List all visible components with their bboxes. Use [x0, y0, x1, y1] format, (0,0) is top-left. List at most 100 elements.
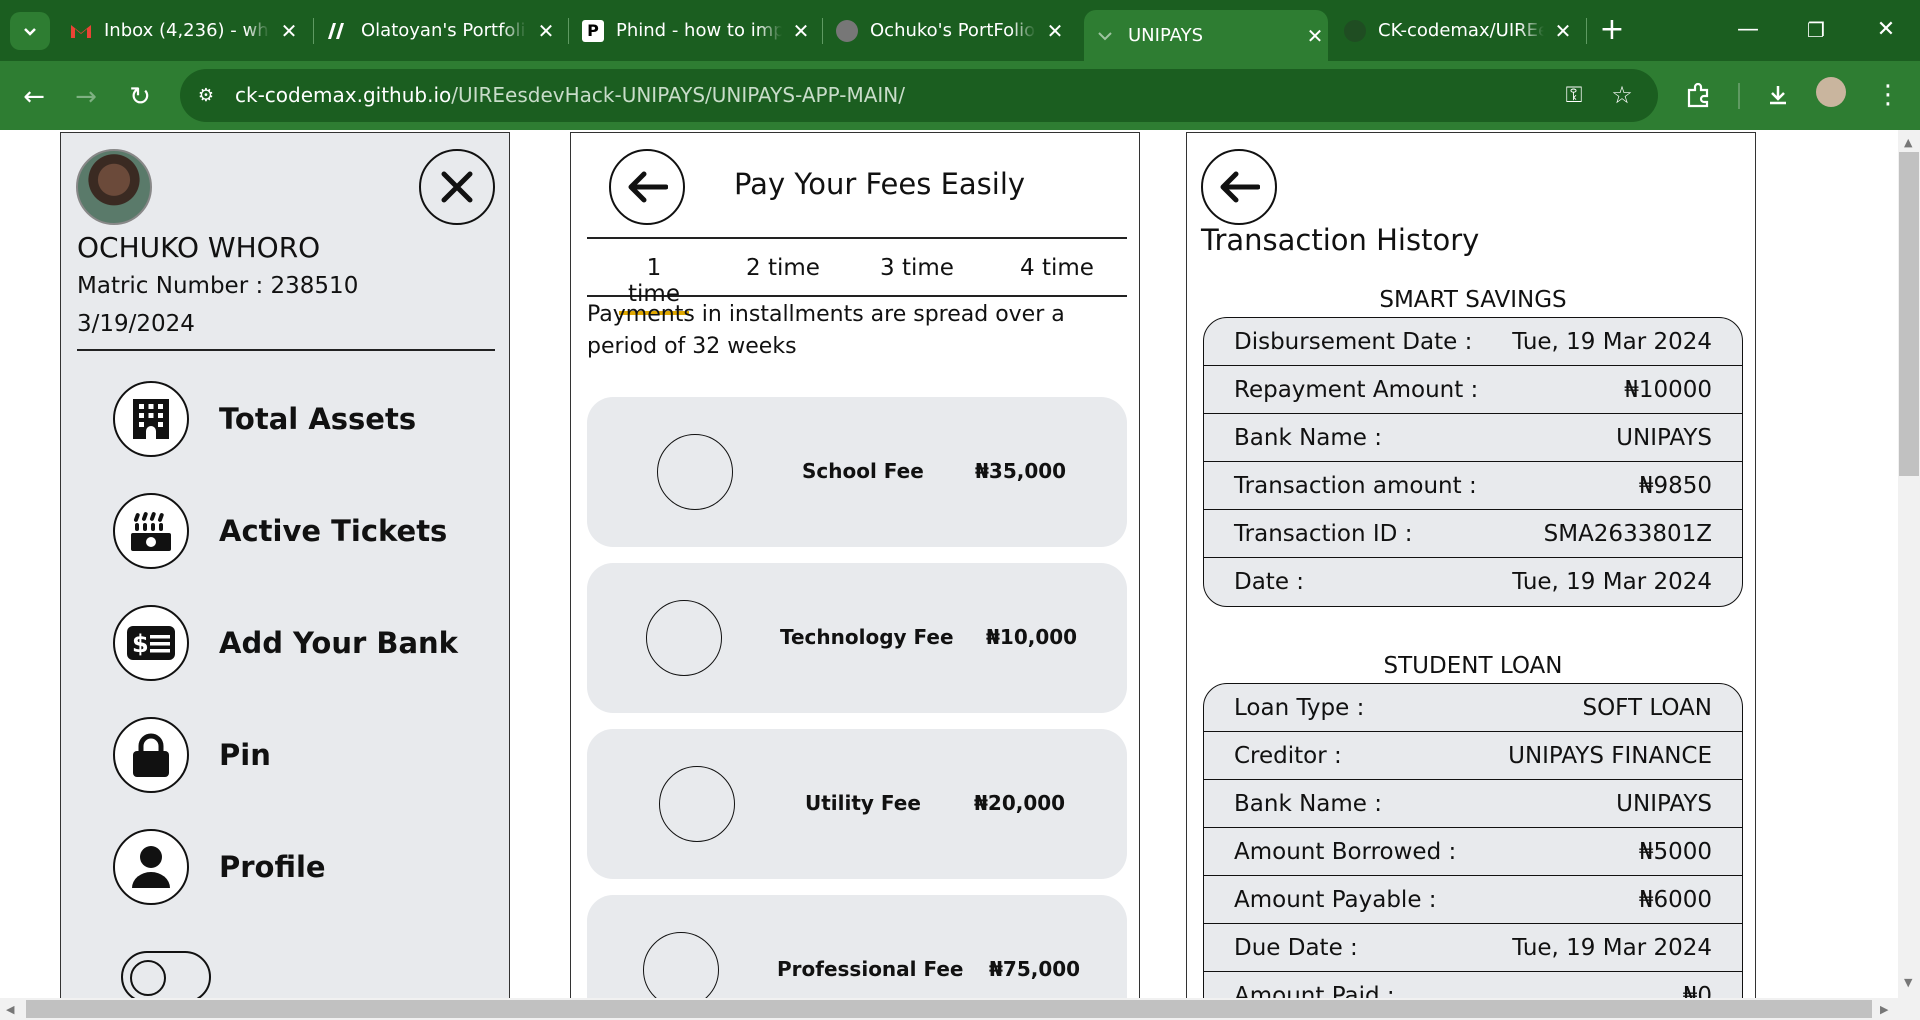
- tab-search-button[interactable]: [10, 12, 50, 50]
- sidebar-panel: OCHUKO WHORO Matric Number : 238510 3/19…: [60, 132, 510, 998]
- money-icon: [113, 493, 189, 569]
- chevron-down-icon: [24, 28, 36, 36]
- horizontal-scroll-thumb[interactable]: [26, 1000, 1872, 1018]
- fee-radio[interactable]: [643, 932, 719, 998]
- extensions-icon[interactable]: [1680, 77, 1716, 113]
- sidebar-item-total-assets[interactable]: Total Assets: [113, 381, 493, 457]
- table-row: Amount Paid : ₦0: [1234, 983, 1712, 998]
- history-back-button[interactable]: [1201, 149, 1277, 225]
- history-panel: Transaction History SMART SAVINGS Disbur…: [1186, 132, 1756, 998]
- password-key-icon[interactable]: ⚿: [1556, 77, 1592, 113]
- table-row: Loan Type : SOFT LOAN: [1204, 684, 1742, 732]
- browser-tab-strip: Inbox (4,236) - whoro ✕ Olatoyan's Portf…: [0, 0, 1920, 61]
- theme-toggle[interactable]: [121, 951, 211, 998]
- fee-card-school[interactable]: School Fee ₦35,000: [587, 397, 1127, 547]
- installment-tabs: 1 time 2 time 3 time 4 time: [587, 237, 1127, 315]
- site-info-icon[interactable]: ⚙: [188, 77, 224, 113]
- restore-button[interactable]: ❐: [1786, 10, 1846, 50]
- table-row: Repayment Amount : ₦10000: [1204, 366, 1742, 414]
- forward-nav-icon[interactable]: →: [68, 79, 104, 115]
- fees-back-button[interactable]: [609, 149, 685, 225]
- sidebar-item-add-bank[interactable]: $ Add Your Bank: [113, 605, 493, 681]
- close-sidebar-button[interactable]: [419, 149, 495, 225]
- scroll-down-icon[interactable]: ▼: [1904, 976, 1912, 989]
- phind-icon: P: [582, 19, 604, 42]
- user-name: OCHUKO WHORO: [77, 231, 321, 264]
- sidebar-item-profile[interactable]: Profile: [113, 829, 493, 905]
- sidebar-item-active-tickets[interactable]: Active Tickets: [113, 493, 493, 569]
- table-row: Disbursement Date : Tue, 19 Mar 2024: [1204, 318, 1742, 366]
- close-icon: [441, 171, 473, 203]
- bookmark-star-icon[interactable]: ☆: [1604, 77, 1640, 113]
- fee-card-professional[interactable]: Professional Fee ₦75,000: [587, 895, 1127, 998]
- table-row: Creditor : UNIPAYS FINANCE: [1204, 732, 1742, 780]
- arrow-left-icon: [628, 171, 668, 203]
- globe-icon: [836, 19, 858, 42]
- loan-table: Loan Type : SOFT LOAN Creditor : UNIPAYS F…: [1203, 683, 1743, 998]
- avatar: [76, 149, 152, 225]
- browser-tab-olatoyan[interactable]: Olatoyan's Portfolio ✕: [327, 9, 559, 52]
- scroll-up-icon[interactable]: ▲: [1904, 136, 1912, 149]
- browser-tab-unipays[interactable]: UNIPAYS ✕: [1084, 10, 1328, 61]
- loan-heading: STUDENT LOAN: [1383, 653, 1563, 679]
- table-row: Amount Payable : ₦6000: [1204, 876, 1742, 924]
- fee-radio[interactable]: [657, 434, 733, 510]
- url-text: ck-codemax.github.io/UIREesdevHack-UNIPA…: [235, 83, 905, 107]
- sidebar-item-pin[interactable]: Pin: [113, 717, 493, 793]
- new-tab-button[interactable]: +: [1582, 10, 1642, 50]
- savings-table: Disbursement Date : Tue, 19 Mar 2024 Repa…: [1203, 317, 1743, 607]
- back-nav-icon[interactable]: ←: [16, 79, 52, 115]
- tab-3-time[interactable]: 3 time: [867, 255, 967, 281]
- browser-tab-phind[interactable]: P Phind - how to improve ✕: [582, 9, 814, 52]
- building-icon: [113, 381, 189, 457]
- close-tab-icon[interactable]: ✕: [1302, 24, 1328, 48]
- fees-panel: Pay Your Fees Easily 1 time 2 time 3 tim…: [570, 132, 1140, 998]
- scroll-left-icon[interactable]: ◀: [6, 1003, 14, 1016]
- close-tab-icon[interactable]: ✕: [533, 19, 559, 43]
- scroll-right-icon[interactable]: ▶: [1880, 1003, 1888, 1016]
- close-tab-icon[interactable]: ✕: [1042, 19, 1068, 43]
- profile-avatar-icon[interactable]: [1816, 77, 1846, 107]
- fee-radio[interactable]: [659, 766, 735, 842]
- minimize-button[interactable]: —: [1718, 10, 1778, 50]
- tab-2-time[interactable]: 2 time: [733, 255, 833, 281]
- table-row: Bank Name : UNIPAYS: [1204, 414, 1742, 462]
- browser-tab-ochuko[interactable]: Ochuko's PortFolio ✕: [836, 9, 1068, 52]
- matric-number: Matric Number : 238510: [77, 273, 359, 299]
- browser-toolbar: ← → ↻ ⚙ ck-codemax.github.io/UIREesdevHa…: [0, 61, 1920, 130]
- close-window-button[interactable]: ✕: [1856, 10, 1916, 50]
- table-row: Amount Borrowed : ₦5000: [1204, 828, 1742, 876]
- fee-radio[interactable]: [646, 600, 722, 676]
- table-row: Transaction ID : SMA2633801Z: [1204, 510, 1742, 558]
- divider: [77, 349, 495, 351]
- vertical-scroll-thumb[interactable]: [1899, 152, 1919, 476]
- tab-4-time[interactable]: 4 time: [1007, 255, 1107, 281]
- address-bar[interactable]: ⚙ ck-codemax.github.io/UIREesdevHack-UNI…: [180, 69, 1658, 122]
- close-tab-icon[interactable]: ✕: [276, 19, 302, 43]
- unipays-icon: [1094, 25, 1116, 47]
- history-title: Transaction History: [1201, 223, 1480, 257]
- github-icon: [1344, 19, 1366, 42]
- table-row: Due Date : Tue, 19 Mar 2024: [1204, 924, 1742, 972]
- fee-card-utility[interactable]: Utility Fee ₦20,000: [587, 729, 1127, 879]
- savings-heading: SMART SAVINGS: [1379, 287, 1567, 313]
- download-icon[interactable]: [1760, 77, 1796, 113]
- fees-title: Pay Your Fees Easily: [734, 167, 1026, 201]
- fee-card-technology[interactable]: Technology Fee ₦10,000: [587, 563, 1127, 713]
- bank-card-icon: $: [113, 605, 189, 681]
- reload-icon[interactable]: ↻: [122, 79, 158, 115]
- lock-icon: [113, 717, 189, 793]
- user-date: 3/19/2024: [77, 311, 195, 337]
- table-row: Transaction amount : ₦9850: [1204, 462, 1742, 510]
- table-row: Bank Name : UNIPAYS: [1204, 780, 1742, 828]
- close-tab-icon[interactable]: ✕: [788, 19, 814, 43]
- toggle-knob: [130, 960, 166, 996]
- close-tab-icon[interactable]: ✕: [1550, 19, 1576, 43]
- more-menu-icon[interactable]: ⋮: [1870, 77, 1906, 113]
- installment-note: Payments in installments are spread over…: [587, 302, 1065, 359]
- gmail-icon: [70, 20, 92, 42]
- user-icon: [113, 829, 189, 905]
- browser-tab-github[interactable]: CK-codemax/UIREesdev ✕: [1344, 9, 1576, 52]
- table-row: Date : Tue, 19 Mar 2024: [1234, 569, 1712, 595]
- browser-tab-gmail[interactable]: Inbox (4,236) - whoro ✕: [70, 9, 302, 52]
